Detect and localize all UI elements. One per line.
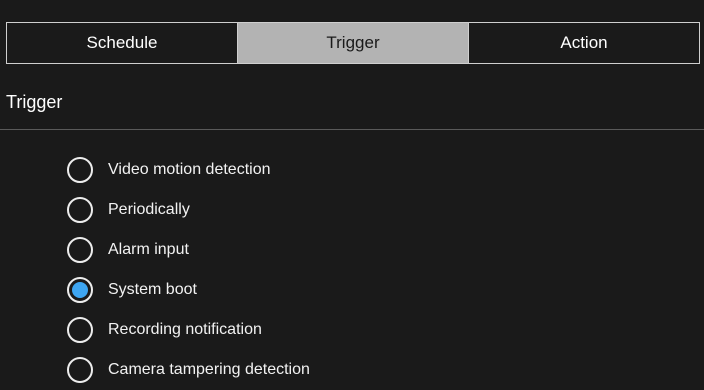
tab-action[interactable]: Action [468,23,699,63]
radio-label: System boot [108,281,197,298]
radio-label: Periodically [108,201,190,218]
radio-button[interactable] [67,197,93,223]
tab-schedule[interactable]: Schedule [7,23,237,63]
radio-option-periodically[interactable]: Periodically [67,190,687,230]
tab-action-label: Action [560,33,608,52]
radio-label: Recording notification [108,321,262,338]
radio-label: Camera tampering detection [108,361,310,378]
radio-button[interactable] [67,277,93,303]
radio-option-recording-notification[interactable]: Recording notification [67,310,687,350]
radio-option-system-boot[interactable]: System boot [67,270,687,310]
tab-trigger-label: Trigger [326,33,380,52]
radio-option-alarm-input[interactable]: Alarm input [67,230,687,270]
radio-option-camera-tampering-detection[interactable]: Camera tampering detection [67,350,687,390]
section-divider [0,129,704,130]
tab-trigger[interactable]: Trigger [237,23,468,63]
radio-option-video-motion-detection[interactable]: Video motion detection [67,150,687,190]
radio-label: Video motion detection [108,161,271,178]
trigger-settings-page: Schedule Trigger Action Trigger Video mo… [0,0,704,383]
tab-schedule-label: Schedule [86,33,158,52]
radio-button[interactable] [67,157,93,183]
tab-bar: Schedule Trigger Action [6,22,700,64]
radio-label: Alarm input [108,241,189,258]
section-title: Trigger [6,92,63,112]
radio-button[interactable] [67,357,93,383]
trigger-radio-group: Video motion detection Periodically Alar… [67,150,687,390]
radio-button[interactable] [67,317,93,343]
radio-button[interactable] [67,237,93,263]
